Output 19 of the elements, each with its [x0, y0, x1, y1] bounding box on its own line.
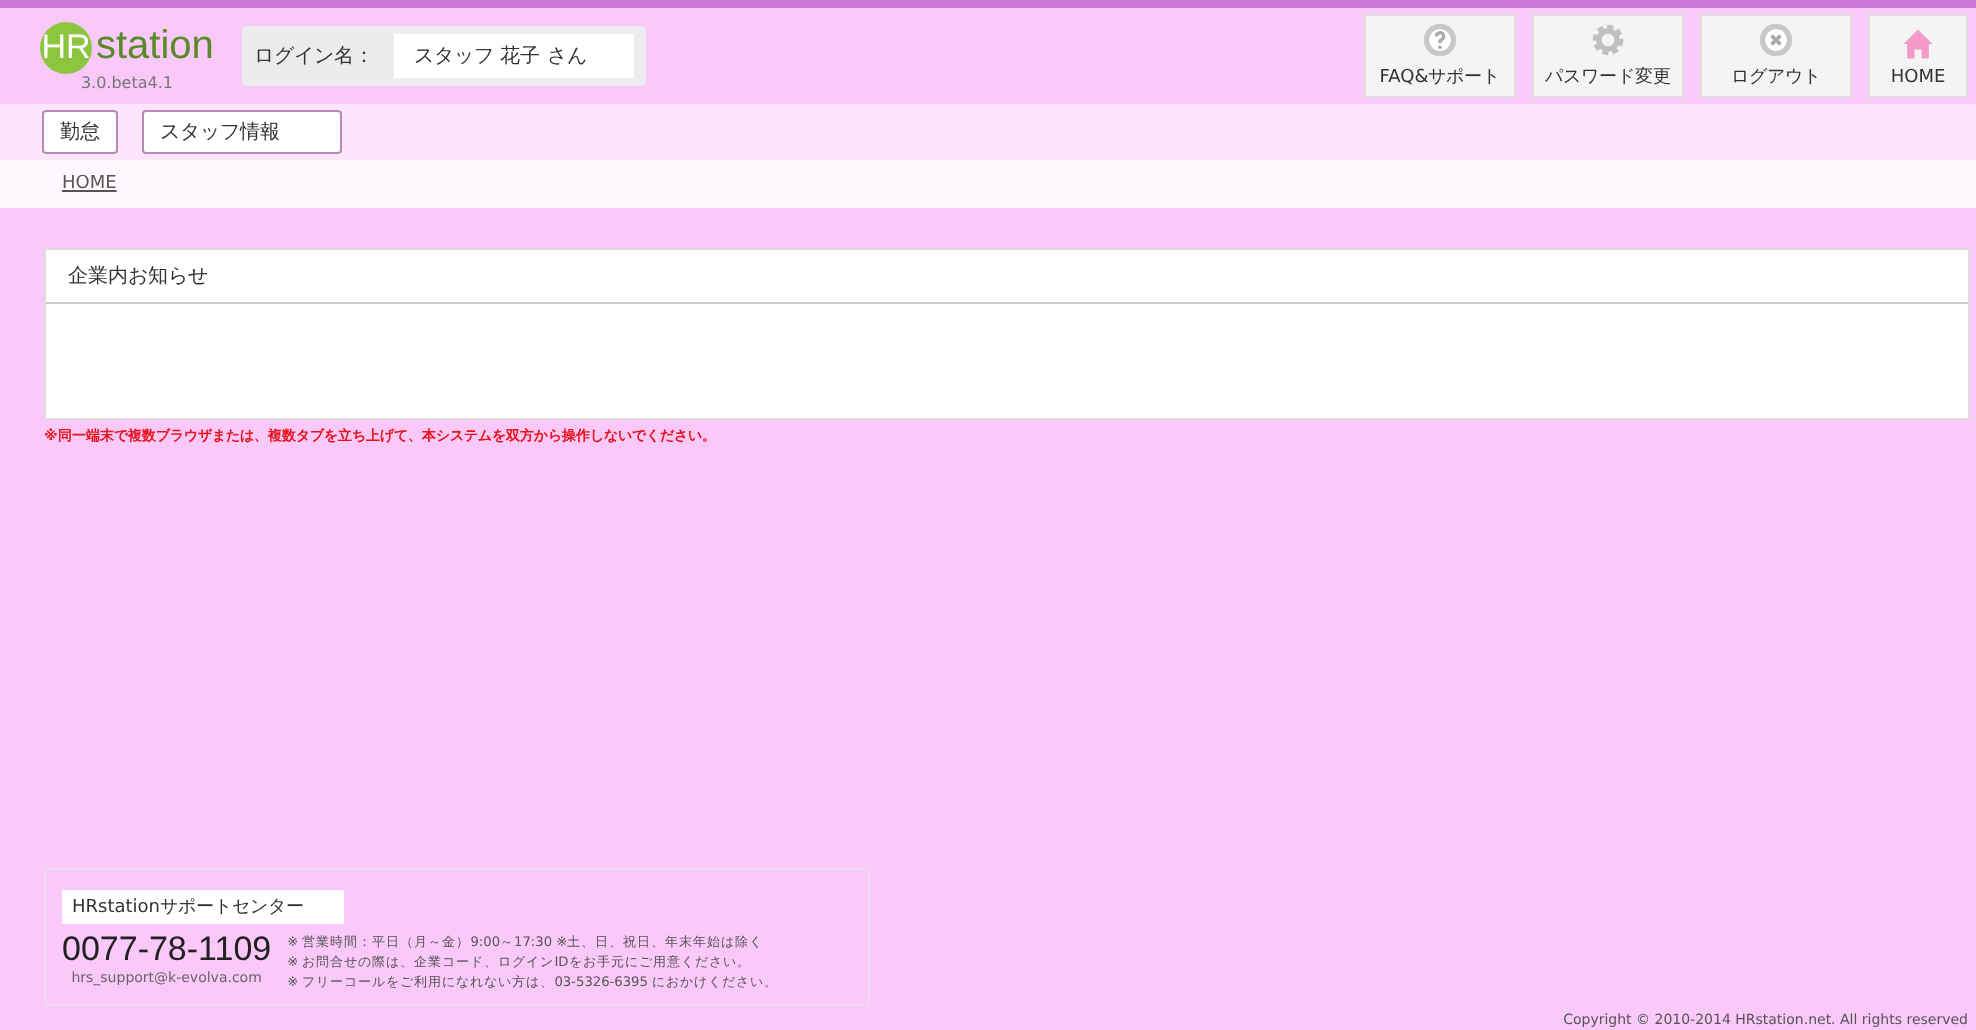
menu-button[interactable]: スタッフ情報 — [142, 110, 342, 154]
login-name-field: スタッフ 花子 さん — [393, 34, 634, 78]
gear-icon — [1590, 22, 1626, 58]
notice-title: 企業内お知らせ — [46, 250, 1968, 304]
logo-word: station — [96, 24, 214, 70]
login-label: ログイン名： — [253, 44, 374, 70]
close-icon — [1758, 22, 1794, 58]
help-icon — [1422, 22, 1458, 58]
phone-number: 0077-78-1109 — [62, 930, 272, 970]
header-button[interactable]: FAQ&サポート — [1364, 14, 1516, 98]
version-label: 3.0.beta4.1 — [80, 73, 173, 91]
header-button[interactable]: パスワード変更 — [1532, 14, 1684, 98]
breadcrumb-link[interactable]: HOME — [62, 174, 117, 194]
menu-button[interactable]: 勤怠 — [42, 110, 118, 154]
logo-badge: HR — [40, 21, 92, 73]
header-button[interactable]: HOME — [1868, 14, 1968, 98]
home-icon — [1900, 25, 1936, 61]
support-title: HRstationサポートセンター — [62, 890, 344, 924]
header-button[interactable]: ログアウト — [1700, 14, 1852, 98]
